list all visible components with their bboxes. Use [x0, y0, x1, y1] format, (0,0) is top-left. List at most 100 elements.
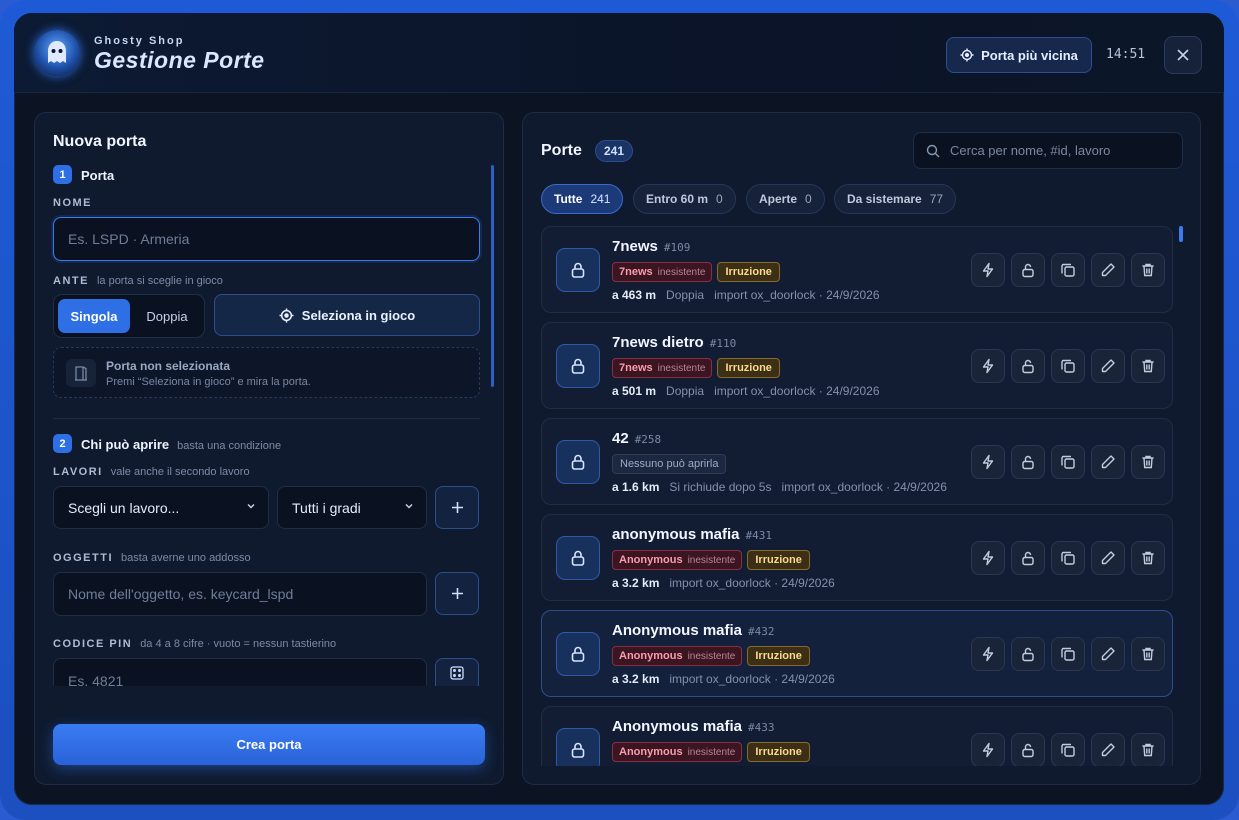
- delete-button[interactable]: [1131, 445, 1165, 479]
- leaves-single-option[interactable]: Singola: [58, 299, 130, 333]
- door-row[interactable]: 42 #258 Nessuno può aprirla a 1.6 km Si rich…: [541, 418, 1173, 505]
- toggle-lock-button[interactable]: [1011, 733, 1045, 766]
- meta-info: Doppia: [666, 288, 705, 302]
- bolt-icon: [980, 262, 996, 278]
- pin-input[interactable]: Es. 4821: [53, 658, 427, 686]
- pin-hint: da 4 a 8 cifre · vuoto = nessun tastieri…: [140, 638, 337, 650]
- job-tag-state: inesistente: [657, 266, 706, 278]
- form-scrollbar[interactable]: [491, 165, 494, 387]
- lock-icon: [556, 440, 600, 484]
- keypad-button[interactable]: [435, 658, 479, 686]
- add-item-button[interactable]: [435, 572, 479, 615]
- plus-icon: [451, 587, 464, 600]
- pin-placeholder: Es. 4821: [68, 673, 124, 686]
- page-title: Gestione Porte: [94, 47, 265, 73]
- nearest-door-button[interactable]: Porta più vicina: [946, 37, 1092, 73]
- door-row[interactable]: 7news dietro #110 7news inesistente Irruzion…: [541, 322, 1173, 409]
- edit-button[interactable]: [1091, 445, 1125, 479]
- door-row[interactable]: Anonymous mafia #433 Anonymous inesistente I…: [541, 706, 1173, 766]
- filter-chip[interactable]: Tutte 241: [541, 184, 624, 214]
- doors-title: Porte: [541, 142, 582, 159]
- delete-button[interactable]: [1131, 253, 1165, 287]
- door-tags: Nessuno può aprirla: [612, 454, 727, 474]
- edit-button[interactable]: [1091, 541, 1125, 575]
- quick-action-button[interactable]: [971, 349, 1005, 383]
- job-select[interactable]: Scegli un lavoro...: [53, 486, 269, 529]
- job-tag-name: 7news: [619, 362, 653, 374]
- edit-button[interactable]: [1091, 253, 1125, 287]
- delete-button[interactable]: [1131, 733, 1165, 766]
- add-job-button[interactable]: [435, 486, 479, 529]
- unlock-icon: [1020, 550, 1036, 566]
- item-input[interactable]: Nome dell'oggetto, es. keycard_lspd: [53, 572, 427, 616]
- grade-select[interactable]: Tutti i gradi: [277, 486, 427, 529]
- door-row[interactable]: Anonymous mafia #432 Anonymous inesistente I…: [541, 610, 1173, 697]
- edit-icon: [1100, 454, 1116, 470]
- door-row[interactable]: anonymous mafia #431 Anonymous inesistente I…: [541, 514, 1173, 601]
- duplicate-button[interactable]: [1051, 349, 1085, 383]
- job-tag: Anonymous inesistente: [612, 742, 743, 762]
- filter-chip[interactable]: Da sistemare 77: [834, 184, 957, 214]
- job-select-value: Scegli un lavoro...: [68, 499, 180, 516]
- create-door-button[interactable]: Crea porta: [53, 724, 485, 765]
- quick-action-button[interactable]: [971, 733, 1005, 766]
- unlock-icon: [1020, 646, 1036, 662]
- edit-button[interactable]: [1091, 733, 1125, 766]
- leaves-double-option[interactable]: Doppia: [134, 299, 200, 333]
- step-1-badge: 1: [53, 165, 72, 184]
- items-label: OGGETTI basta averne uno addosso: [53, 552, 251, 564]
- toggle-lock-button[interactable]: [1011, 253, 1045, 287]
- name-input[interactable]: Es. LSPD · Armeria: [53, 217, 480, 261]
- filter-label: Tutte: [554, 192, 583, 206]
- lock-icon: [556, 536, 600, 580]
- brand-name: Ghosty Shop: [94, 35, 185, 47]
- duplicate-button[interactable]: [1051, 253, 1085, 287]
- type-tag: Irruzione: [747, 550, 810, 570]
- door-tags: Anonymous inesistente Irruzione: [612, 646, 810, 666]
- toggle-lock-button[interactable]: [1011, 541, 1045, 575]
- new-door-panel: Nuova porta 1 Porta NOME Es. LSPD · Arme…: [34, 112, 504, 785]
- duplicate-button[interactable]: [1051, 733, 1085, 766]
- duplicate-button[interactable]: [1051, 637, 1085, 671]
- item-placeholder: Nome dell'oggetto, es. keycard_lspd: [68, 586, 294, 602]
- toggle-lock-button[interactable]: [1011, 349, 1045, 383]
- duplicate-button[interactable]: [1051, 541, 1085, 575]
- row-actions: [971, 349, 1165, 383]
- edit-button[interactable]: [1091, 349, 1125, 383]
- filter-label: Da sistemare: [847, 192, 922, 206]
- meta-info: import ox_doorlock · 24/9/2026: [714, 288, 880, 302]
- unlock-icon: [1020, 454, 1036, 470]
- unlock-icon: [1020, 742, 1036, 758]
- door-meta: a 3.2 km import ox_doorlock · 24/9/2026: [612, 672, 835, 686]
- toggle-lock-button[interactable]: [1011, 637, 1045, 671]
- quick-action-button[interactable]: [971, 253, 1005, 287]
- doors-list: 7news #109 7news inesistente Irruzione a 463 …: [541, 226, 1174, 766]
- name-label: NOME: [53, 197, 92, 209]
- duplicate-button[interactable]: [1051, 445, 1085, 479]
- filter-chip[interactable]: Entro 60 m 0: [633, 184, 736, 214]
- leaves-label: ANTE la porta si sceglie in gioco: [53, 275, 223, 287]
- quick-action-button[interactable]: [971, 637, 1005, 671]
- edit-button[interactable]: [1091, 637, 1125, 671]
- door-row[interactable]: 7news #109 7news inesistente Irruzione a 463 …: [541, 226, 1173, 313]
- toggle-lock-button[interactable]: [1011, 445, 1045, 479]
- search-input[interactable]: Cerca per nome, #id, lavoro: [913, 132, 1183, 169]
- copy-icon: [1060, 358, 1076, 374]
- close-button[interactable]: [1164, 36, 1202, 74]
- door-name: Anonymous mafia #432: [612, 622, 775, 639]
- filter-chip[interactable]: Aperte 0: [746, 184, 825, 214]
- filter-label: Aperte: [759, 192, 798, 206]
- door-name: 42 #258: [612, 430, 662, 447]
- delete-button[interactable]: [1131, 637, 1165, 671]
- delete-button[interactable]: [1131, 541, 1165, 575]
- close-icon: [1177, 49, 1189, 61]
- list-scrollbar[interactable]: [1179, 226, 1183, 242]
- delete-button[interactable]: [1131, 349, 1165, 383]
- quick-action-button[interactable]: [971, 541, 1005, 575]
- step-1-title: Porta: [81, 168, 115, 183]
- row-actions: [971, 445, 1165, 479]
- quick-action-button[interactable]: [971, 445, 1005, 479]
- edit-icon: [1100, 550, 1116, 566]
- select-in-game-button[interactable]: Seleziona in gioco: [214, 294, 480, 336]
- trash-icon: [1140, 742, 1156, 758]
